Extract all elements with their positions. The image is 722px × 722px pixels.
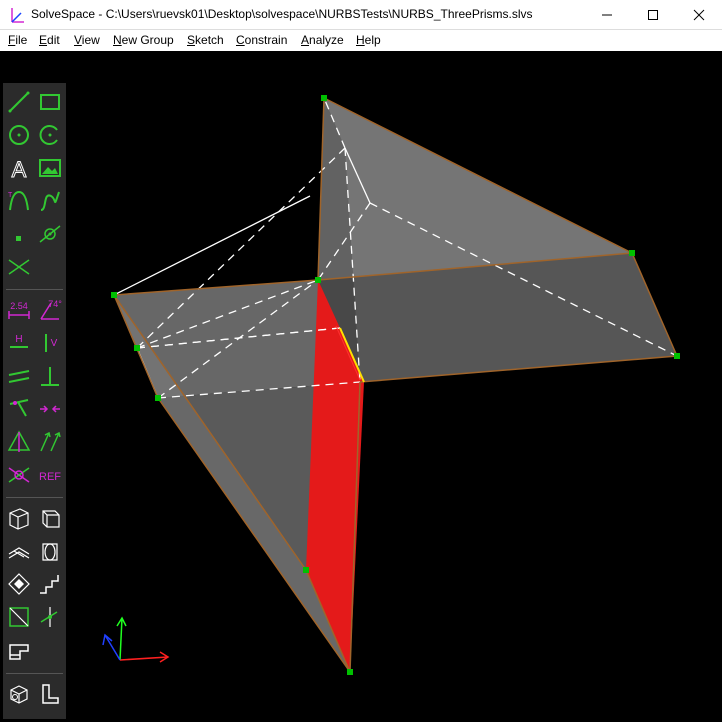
svg-text:A: A bbox=[12, 157, 27, 181]
step-translate-icon[interactable] bbox=[37, 571, 63, 597]
toolbar-separator bbox=[6, 289, 63, 290]
origin-axes bbox=[102, 616, 170, 663]
maximize-button[interactable] bbox=[630, 0, 676, 30]
toolbar-separator bbox=[6, 497, 63, 498]
point-icon[interactable] bbox=[6, 221, 32, 247]
vertical-icon[interactable]: V bbox=[37, 330, 63, 356]
close-button[interactable] bbox=[676, 0, 722, 30]
perpendicular-icon[interactable] bbox=[37, 363, 63, 389]
other-supplementary-icon[interactable] bbox=[6, 462, 32, 488]
svg-text:H: H bbox=[15, 334, 22, 345]
vertex-point bbox=[111, 292, 117, 298]
svg-text:V: V bbox=[51, 338, 58, 349]
maximize-icon bbox=[648, 10, 658, 20]
arc-icon[interactable] bbox=[37, 122, 63, 148]
menu-file[interactable]: File bbox=[8, 33, 27, 47]
menu-edit[interactable]: Edit bbox=[39, 33, 60, 47]
menu-bar: File Edit View New Group Sketch Constrai… bbox=[0, 30, 722, 51]
angle-icon[interactable]: 74° bbox=[37, 297, 63, 323]
nearest-iso-icon[interactable] bbox=[6, 505, 32, 531]
svg-text:REF: REF bbox=[39, 471, 61, 483]
window-title: SolveSpace - C:\Users\ruevsk01\Desktop\s… bbox=[31, 7, 533, 21]
menu-sketch[interactable]: Sketch bbox=[187, 33, 224, 47]
menu-analyze[interactable]: Analyze bbox=[301, 33, 344, 47]
svg-text:T: T bbox=[8, 192, 13, 199]
cubic-spline-icon[interactable] bbox=[37, 188, 63, 214]
title-bar[interactable]: SolveSpace - C:\Users\ruevsk01\Desktop\s… bbox=[0, 0, 722, 30]
toolbar: A T 2.54 74° H V REF bbox=[3, 83, 66, 719]
circle-icon[interactable] bbox=[6, 122, 32, 148]
vertex-point bbox=[315, 277, 321, 283]
tangent-arc-icon[interactable]: T bbox=[6, 188, 32, 214]
construction-icon[interactable] bbox=[6, 254, 32, 280]
assemble-icon[interactable] bbox=[6, 637, 32, 663]
model-scene[interactable] bbox=[0, 51, 722, 722]
parallel-icon[interactable] bbox=[6, 363, 32, 389]
vertex-point bbox=[303, 567, 309, 573]
3d-viewport[interactable]: A T 2.54 74° H V REF bbox=[0, 51, 722, 722]
sketch-in-3d-icon[interactable] bbox=[37, 604, 63, 630]
horizontal-icon[interactable]: H bbox=[6, 330, 32, 356]
menu-constrain[interactable]: Constrain bbox=[236, 33, 287, 47]
close-icon bbox=[693, 9, 705, 21]
vertex-point bbox=[629, 250, 635, 256]
lathe-icon[interactable] bbox=[37, 538, 63, 564]
menu-view[interactable]: View bbox=[74, 33, 100, 47]
menu-help[interactable]: Help bbox=[356, 33, 381, 47]
rectangle-icon[interactable] bbox=[37, 89, 63, 115]
prism-face[interactable] bbox=[318, 98, 632, 280]
vertex-point bbox=[321, 95, 327, 101]
menu-new-group[interactable]: New Group bbox=[113, 33, 174, 47]
helix-icon[interactable] bbox=[37, 681, 63, 707]
extrude-icon[interactable] bbox=[6, 538, 32, 564]
svg-text:2.54: 2.54 bbox=[10, 301, 28, 311]
minimize-icon bbox=[602, 14, 612, 16]
symmetric-icon[interactable] bbox=[6, 429, 32, 455]
minimize-button[interactable] bbox=[584, 0, 630, 30]
coincident-icon[interactable] bbox=[37, 396, 63, 422]
distance-icon[interactable]: 2.54 bbox=[6, 297, 32, 323]
toolbar-separator bbox=[6, 673, 63, 674]
step-rotate-icon[interactable] bbox=[6, 571, 32, 597]
same-orientation-icon[interactable] bbox=[37, 429, 63, 455]
line-icon[interactable] bbox=[6, 89, 32, 115]
solvespace-app-icon bbox=[11, 8, 24, 23]
workplane-group-icon[interactable] bbox=[6, 604, 32, 630]
workplane-icon[interactable] bbox=[37, 221, 63, 247]
vertex-point bbox=[155, 395, 161, 401]
nearest-ortho-icon[interactable] bbox=[37, 505, 63, 531]
vertex-point bbox=[347, 669, 353, 675]
vertex-point bbox=[134, 345, 140, 351]
reference-icon[interactable]: REF bbox=[37, 462, 63, 488]
point-on-entity-icon[interactable] bbox=[6, 396, 32, 422]
text-icon[interactable]: A bbox=[6, 155, 32, 182]
revolve-icon[interactable] bbox=[6, 681, 32, 707]
vertex-point bbox=[674, 353, 680, 359]
image-icon[interactable] bbox=[37, 155, 63, 181]
